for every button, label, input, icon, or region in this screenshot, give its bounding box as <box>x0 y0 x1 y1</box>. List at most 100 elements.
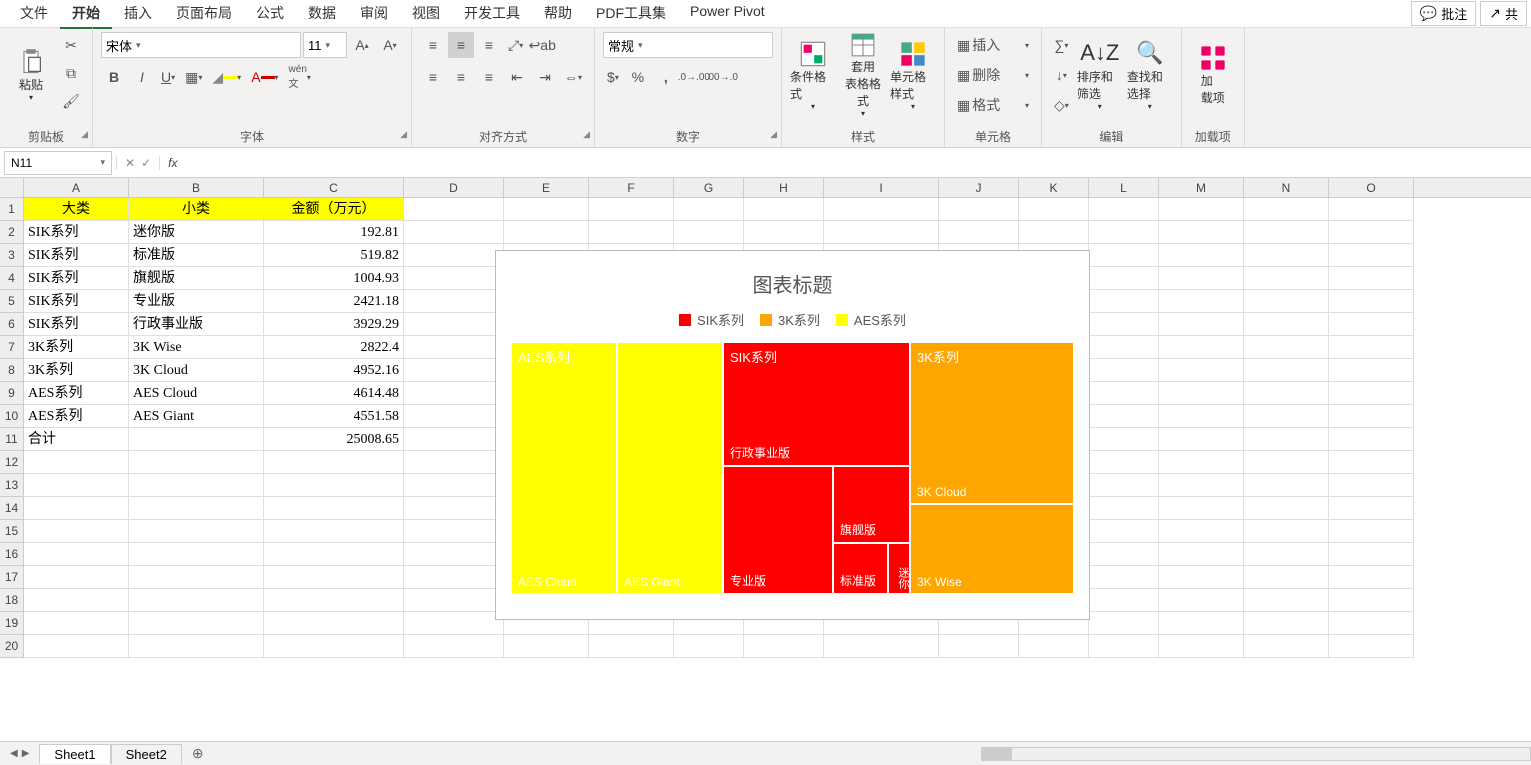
cell[interactable] <box>129 543 264 566</box>
cell[interactable]: 4614.48 <box>264 382 404 405</box>
next-sheet-icon[interactable]: ▶ <box>22 748 30 759</box>
cell[interactable] <box>1329 244 1414 267</box>
cell[interactable] <box>1244 405 1329 428</box>
cell[interactable] <box>1159 589 1244 612</box>
cell[interactable] <box>1089 428 1159 451</box>
cell[interactable]: 标准版 <box>129 244 264 267</box>
cell[interactable] <box>1089 520 1159 543</box>
cell[interactable] <box>264 566 404 589</box>
row-header[interactable]: 4 <box>0 267 24 290</box>
cell[interactable] <box>404 313 504 336</box>
bold-button[interactable]: B <box>101 64 127 90</box>
cell[interactable] <box>1329 635 1414 658</box>
row-header[interactable]: 12 <box>0 451 24 474</box>
cell[interactable] <box>404 428 504 451</box>
cell[interactable]: 专业版 <box>129 290 264 313</box>
wrap-text-button[interactable]: ↩ab <box>529 32 555 58</box>
cell[interactable] <box>1089 267 1159 290</box>
cell[interactable] <box>1244 382 1329 405</box>
cell[interactable] <box>1089 543 1159 566</box>
decrease-indent-button[interactable]: ⇤ <box>504 64 530 90</box>
cell[interactable] <box>1329 290 1414 313</box>
increase-decimal-button[interactable]: .0→.00 <box>681 64 707 90</box>
align-middle-button[interactable]: ≡ <box>448 32 474 58</box>
cell[interactable] <box>674 198 744 221</box>
menu-tab-PDF工具集[interactable]: PDF工具集 <box>584 0 678 29</box>
cell[interactable] <box>1244 244 1329 267</box>
cell[interactable] <box>1244 543 1329 566</box>
column-header[interactable]: A <box>24 178 129 197</box>
sheet-tab[interactable]: Sheet2 <box>111 744 182 764</box>
cell[interactable] <box>24 543 129 566</box>
cell[interactable]: 行政事业版 <box>129 313 264 336</box>
cell[interactable] <box>129 497 264 520</box>
cell[interactable]: AES Giant <box>129 405 264 428</box>
cell[interactable] <box>1159 543 1244 566</box>
cell[interactable]: SIK系列 <box>24 221 129 244</box>
row-header[interactable]: 15 <box>0 520 24 543</box>
cell[interactable] <box>1089 382 1159 405</box>
row-header[interactable]: 14 <box>0 497 24 520</box>
row-header[interactable]: 8 <box>0 359 24 382</box>
cell[interactable] <box>1159 382 1244 405</box>
row-header[interactable]: 1 <box>0 198 24 221</box>
cell[interactable] <box>24 566 129 589</box>
cell[interactable] <box>1329 405 1414 428</box>
cell[interactable] <box>404 474 504 497</box>
cell[interactable] <box>24 635 129 658</box>
cell[interactable] <box>1329 336 1414 359</box>
cell[interactable] <box>404 221 504 244</box>
menu-tab-数据[interactable]: 数据 <box>296 0 348 29</box>
cell[interactable] <box>1089 497 1159 520</box>
cell[interactable] <box>24 589 129 612</box>
menu-tab-插入[interactable]: 插入 <box>112 0 164 29</box>
dialog-launcher-icon[interactable]: ◢ <box>81 129 88 140</box>
worksheet-grid[interactable]: ABCDEFGHIJKLMNO 1大类小类金额（万元）2SIK系列迷你版192.… <box>0 178 1531 741</box>
cell[interactable] <box>744 221 824 244</box>
cell[interactable] <box>1244 474 1329 497</box>
cell[interactable]: SIK系列 <box>24 313 129 336</box>
column-header[interactable]: H <box>744 178 824 197</box>
cell[interactable] <box>589 221 674 244</box>
cell[interactable] <box>1329 543 1414 566</box>
cell[interactable]: SIK系列 <box>24 290 129 313</box>
cell[interactable] <box>129 428 264 451</box>
cell[interactable] <box>1244 221 1329 244</box>
column-header[interactable]: M <box>1159 178 1244 197</box>
cell[interactable] <box>1244 566 1329 589</box>
cell[interactable] <box>1329 566 1414 589</box>
cell[interactable] <box>1089 359 1159 382</box>
cell[interactable] <box>129 566 264 589</box>
cell[interactable] <box>1329 359 1414 382</box>
conditional-format-button[interactable]: 条件格式▾ <box>790 32 836 118</box>
cell[interactable]: 3929.29 <box>264 313 404 336</box>
cell[interactable] <box>1159 313 1244 336</box>
menu-tab-审阅[interactable]: 审阅 <box>348 0 400 29</box>
cell[interactable] <box>404 566 504 589</box>
fill-color-button[interactable]: ◢ ▾ <box>208 64 245 90</box>
cell[interactable] <box>504 635 589 658</box>
cell[interactable] <box>24 612 129 635</box>
align-right-button[interactable]: ≡ <box>476 64 502 90</box>
column-header[interactable]: N <box>1244 178 1329 197</box>
menu-tab-文件[interactable]: 文件 <box>8 0 60 29</box>
cell[interactable] <box>1089 336 1159 359</box>
column-header[interactable]: E <box>504 178 589 197</box>
cell[interactable] <box>939 221 1019 244</box>
row-header[interactable]: 10 <box>0 405 24 428</box>
align-center-button[interactable]: ≡ <box>448 64 474 90</box>
cell[interactable] <box>1089 612 1159 635</box>
phonetic-button[interactable]: wén文 ▾ <box>285 64 315 90</box>
cell[interactable] <box>1159 221 1244 244</box>
underline-button[interactable]: U ▾ <box>157 64 179 90</box>
accept-formula-icon[interactable]: ✓ <box>141 156 151 170</box>
embedded-chart[interactable]: 图表标题 SIK系列3K系列AES系列 AES系列 AES Cloud AES … <box>495 250 1090 620</box>
cell[interactable]: 大类 <box>24 198 129 221</box>
cell[interactable] <box>1244 589 1329 612</box>
cell[interactable] <box>129 474 264 497</box>
column-header[interactable]: G <box>674 178 744 197</box>
cell[interactable]: 3K Cloud <box>129 359 264 382</box>
cell[interactable]: 合计 <box>24 428 129 451</box>
cell[interactable] <box>264 497 404 520</box>
cell[interactable] <box>1089 566 1159 589</box>
